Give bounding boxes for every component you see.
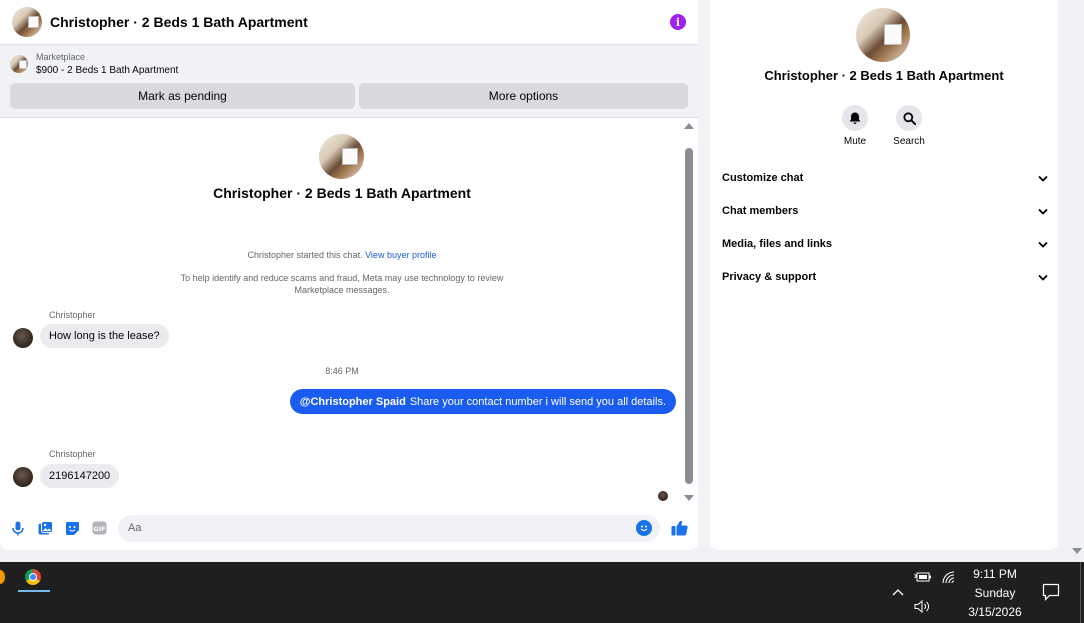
message-input-wrapper[interactable] <box>118 514 660 542</box>
incoming-message[interactable]: How long is the lease? <box>40 324 169 348</box>
thumbs-up-icon[interactable] <box>670 519 688 537</box>
taskbar-app[interactable] <box>0 562 14 592</box>
media-files-links-section[interactable]: Media, files and links <box>722 234 1048 254</box>
clock-time: 9:11 PM <box>973 567 1017 581</box>
listing-title[interactable]: $900 - 2 Beds 1 Bath Apartment <box>36 64 178 77</box>
show-desktop-button[interactable] <box>1080 562 1084 623</box>
speaker-icon[interactable] <box>913 598 931 614</box>
marketplace-bar: Marketplace $900 - 2 Beds 1 Bath Apartme… <box>0 45 698 118</box>
view-buyer-profile-link[interactable]: View buyer profile <box>365 250 436 260</box>
chat-title[interactable]: Christopher · 2 Beds 1 Bath Apartment <box>50 14 670 30</box>
intro-avatar[interactable] <box>319 134 364 179</box>
mute-label: Mute <box>843 136 867 147</box>
outgoing-message[interactable]: @Christopher Spaid Share your contact nu… <box>289 389 676 414</box>
info-icon[interactable]: i <box>670 14 686 30</box>
search-icon[interactable] <box>896 105 922 131</box>
started-label: Christopher started this chat. <box>247 250 363 260</box>
sender-avatar[interactable] <box>13 328 33 348</box>
mark-pending-button[interactable]: Mark as pending <box>10 83 355 109</box>
search-label: Search <box>893 136 925 147</box>
intro-name: Christopher · 2 Beds 1 Bath Apartment <box>213 185 471 201</box>
mention[interactable]: @Christopher Spaid <box>300 396 406 408</box>
message-timestamp: 8:46 PM <box>325 366 359 376</box>
taskbar: 9:11 PM Sunday 3/15/2026 <box>0 562 1084 623</box>
gif-icon[interactable]: GIF <box>91 520 107 536</box>
chat-started-text: Christopher started this chat. View buye… <box>0 250 684 260</box>
sender-name: Christopher <box>49 310 96 320</box>
chat-avatar[interactable] <box>12 7 42 37</box>
chat-header: Christopher · 2 Beds 1 Bath Apartment i <box>0 0 698 45</box>
section-label: Chat members <box>722 205 799 217</box>
listing-thumbnail[interactable] <box>10 55 28 73</box>
message-composer: GIF <box>0 510 698 546</box>
conversation-info-panel: Christopher · 2 Beds 1 Bath Apartment Mu… <box>710 0 1058 550</box>
chat-panel: Christopher · 2 Beds 1 Bath Apartment i … <box>0 0 698 550</box>
conversation-area: Christopher · 2 Beds 1 Bath Apartment Ch… <box>0 118 684 508</box>
chat-members-section[interactable]: Chat members <box>722 201 1048 221</box>
scam-notice: To help identify and reduce scams and fr… <box>180 273 504 295</box>
chat-scrollbar[interactable] <box>683 118 695 503</box>
wifi-icon[interactable] <box>940 569 958 585</box>
marketplace-label: Marketplace <box>36 52 86 62</box>
photo-icon[interactable] <box>37 520 53 536</box>
chevron-down-icon <box>1038 175 1048 182</box>
emoji-icon[interactable] <box>636 520 652 536</box>
section-label: Privacy & support <box>722 271 817 283</box>
app-icon <box>0 570 5 584</box>
clock-date: 3/15/2026 <box>968 605 1022 619</box>
notification-icon[interactable] <box>1042 583 1060 606</box>
svg-text:GIF: GIF <box>93 525 105 533</box>
outgoing-message-text: Share your contact number i will send yo… <box>409 395 666 408</box>
scroll-down-arrow-icon[interactable] <box>684 495 694 501</box>
battery-icon[interactable] <box>913 569 933 585</box>
info-name: Christopher · 2 Beds 1 Bath Apartment <box>764 68 1004 83</box>
chevron-down-icon <box>1038 274 1048 281</box>
chevron-up-icon[interactable] <box>890 584 906 600</box>
chrome-icon <box>25 569 41 585</box>
clock-day: Sunday <box>974 586 1016 600</box>
section-label: Customize chat <box>722 172 804 184</box>
scroll-up-arrow-icon[interactable] <box>684 123 694 129</box>
more-options-button[interactable]: More options <box>358 83 688 109</box>
incoming-message[interactable]: 2196147200 <box>40 464 120 488</box>
chevron-down-icon <box>1038 208 1048 215</box>
customize-chat-section[interactable]: Customize chat <box>722 168 1048 188</box>
system-clock[interactable]: 9:11 PM Sunday 3/15/2026 <box>960 565 1030 622</box>
bell-icon[interactable] <box>842 105 868 131</box>
page-scroll-down-arrow-icon[interactable] <box>1072 548 1082 554</box>
mute-button[interactable]: Mute <box>830 105 880 147</box>
chevron-down-icon <box>1038 241 1048 248</box>
seen-indicator-avatar <box>658 491 668 501</box>
search-button[interactable]: Search <box>884 105 934 147</box>
privacy-support-section[interactable]: Privacy & support <box>722 267 1048 287</box>
message-input[interactable] <box>128 522 636 534</box>
scroll-thumb[interactable] <box>685 148 693 484</box>
section-label: Media, files and links <box>722 238 833 250</box>
info-avatar[interactable] <box>856 8 910 62</box>
sticker-icon[interactable] <box>64 520 80 536</box>
microphone-icon[interactable] <box>10 520 26 536</box>
sender-avatar[interactable] <box>13 467 33 487</box>
sender-name: Christopher <box>49 449 96 459</box>
taskbar-chrome[interactable] <box>16 562 52 592</box>
